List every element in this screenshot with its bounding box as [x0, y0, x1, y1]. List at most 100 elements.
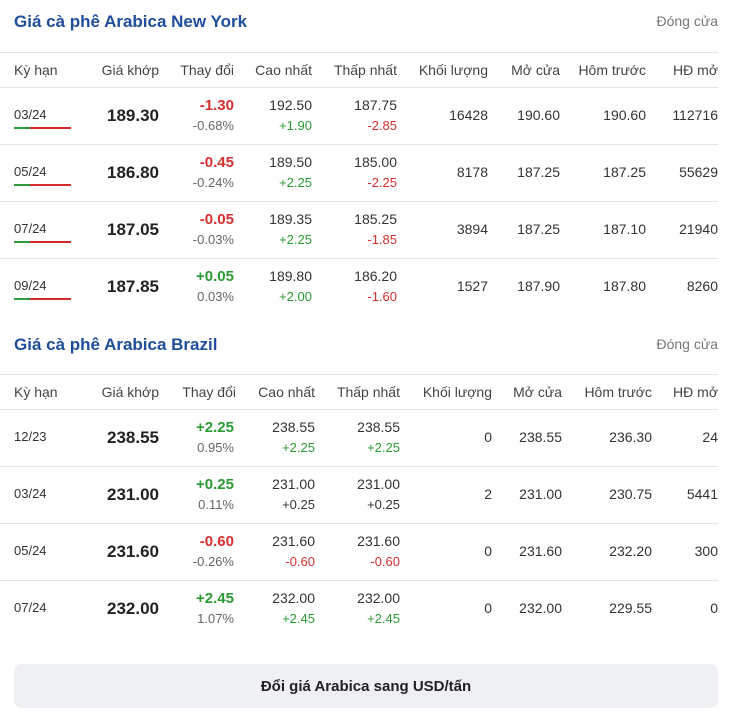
- high-change: +0.25: [282, 497, 315, 512]
- column-header: Thấp nhất: [336, 384, 400, 400]
- table-row: 05/24 186.80 -0.45 -0.24% 189.50 +2.25 185.00 -…: [0, 144, 718, 201]
- column-header: HĐ mở: [673, 62, 718, 78]
- prev-close-cell: 236.30: [609, 429, 652, 445]
- change-value: +2.45: [196, 590, 234, 607]
- low-change: -2.85: [367, 118, 397, 133]
- price-cell: 231.60: [107, 542, 159, 561]
- low-value: 186.20: [354, 268, 397, 284]
- column-header: Thay đổi: [180, 62, 234, 78]
- table-header-row: Kỳ hạn Giá khớp Thay đổi Cao nhất Thấp nhất K…: [0, 52, 718, 87]
- open-interest-cell: 21940: [679, 221, 718, 237]
- column-header: Khối lượng: [422, 384, 492, 400]
- change-value: +2.25: [196, 419, 234, 436]
- table-row: 12/23 238.55 +2.25 0.95% 238.55 +2.25 238.55 +2…: [0, 409, 718, 466]
- change-value: -0.60: [199, 533, 234, 550]
- column-header: Hôm trước: [584, 384, 652, 400]
- high-value: 189.80: [269, 268, 312, 284]
- term-indicator-bar: [14, 241, 71, 243]
- change-percent: -0.24%: [192, 175, 234, 190]
- column-header: Mở cửa: [513, 384, 562, 400]
- high-change: +1.90: [279, 118, 312, 133]
- table-header-row: Kỳ hạn Giá khớp Thay đổi Cao nhất Thấp nhất K…: [0, 374, 718, 409]
- term-cell: 12/23: [14, 429, 47, 444]
- status-label: Đóng cửa: [656, 336, 718, 352]
- change-value: -0.05: [199, 211, 234, 228]
- high-value: 189.50: [269, 154, 312, 170]
- column-header: Thay đổi: [182, 384, 236, 400]
- open-interest-cell: 5441: [686, 486, 718, 502]
- open-interest-cell: 8260: [686, 278, 718, 294]
- term-cell: 05/24: [14, 164, 47, 179]
- price-cell: 231.00: [107, 485, 159, 504]
- price-cell: 238.55: [107, 428, 159, 447]
- open-interest-cell: 300: [694, 543, 718, 559]
- volume-cell: 0: [484, 543, 492, 559]
- column-header: Mở cửa: [511, 62, 560, 78]
- change-value: -0.45: [199, 154, 234, 171]
- price-cell: 232.00: [107, 599, 159, 618]
- price-cell: 186.80: [107, 163, 159, 182]
- high-value: 238.55: [272, 419, 315, 435]
- high-value: 231.60: [272, 533, 315, 549]
- change-percent: 1.07%: [197, 611, 234, 626]
- open-cell: 238.55: [519, 429, 562, 445]
- prev-close-cell: 190.60: [603, 107, 646, 123]
- column-header: Giá khớp: [101, 384, 159, 400]
- open-cell: 231.60: [519, 543, 562, 559]
- change-value: -1.30: [199, 97, 234, 114]
- high-value: 231.00: [272, 476, 315, 492]
- high-change: +2.25: [279, 232, 312, 247]
- low-change: -1.60: [367, 289, 397, 304]
- term-indicator-bar: [14, 127, 71, 129]
- volume-cell: 3894: [456, 221, 488, 237]
- low-value: 185.00: [354, 154, 397, 170]
- change-value: +0.25: [196, 476, 234, 493]
- term-cell: 03/24: [14, 107, 47, 122]
- table-row: 03/24 189.30 -1.30 -0.68% 192.50 +1.90 187.75 -…: [0, 87, 718, 144]
- open-interest-cell: 0: [710, 600, 718, 616]
- open-cell: 190.60: [517, 107, 560, 123]
- open-cell: 187.25: [517, 221, 560, 237]
- open-interest-cell: 24: [702, 429, 718, 445]
- price-cell: 189.30: [107, 106, 159, 125]
- open-cell: 187.25: [517, 164, 560, 180]
- change-percent: -0.26%: [192, 554, 234, 569]
- section-title: Giá cà phê Arabica Brazil: [14, 335, 218, 354]
- volume-cell: 8178: [456, 164, 488, 180]
- high-value: 232.00: [272, 590, 315, 606]
- convert-usd-button[interactable]: Đổi giá Arabica sang USD/tấn: [14, 664, 718, 708]
- high-change: +2.25: [279, 175, 312, 190]
- prev-close-cell: 230.75: [609, 486, 652, 502]
- change-percent: 0.95%: [197, 440, 234, 455]
- term-cell: 07/24: [14, 600, 47, 615]
- table-row: 09/24 187.85 +0.05 0.03% 189.80 +2.00 186.20 -1…: [0, 258, 718, 315]
- change-percent: 0.03%: [197, 289, 234, 304]
- volume-cell: 0: [484, 600, 492, 616]
- low-value: 232.00: [357, 590, 400, 606]
- column-header: Khối lượng: [418, 62, 488, 78]
- column-header: HĐ mở: [673, 384, 718, 400]
- low-value: 231.60: [357, 533, 400, 549]
- open-interest-cell: 55629: [679, 164, 718, 180]
- high-value: 192.50: [269, 97, 312, 113]
- high-change: +2.25: [282, 440, 315, 455]
- change-percent: -0.68%: [192, 118, 234, 133]
- open-cell: 231.00: [519, 486, 562, 502]
- column-header: Cao nhất: [255, 62, 312, 78]
- column-header: Cao nhất: [258, 384, 315, 400]
- term-cell: 07/24: [14, 221, 47, 236]
- open-cell: 187.90: [517, 278, 560, 294]
- section-title: Giá cà phê Arabica New York: [14, 12, 248, 31]
- column-header: Kỳ hạn: [14, 62, 58, 78]
- change-percent: 0.11%: [198, 497, 234, 512]
- high-value: 189.35: [269, 211, 312, 227]
- high-change: -0.60: [285, 554, 315, 569]
- low-change: -1.85: [367, 232, 397, 247]
- low-value: 238.55: [357, 419, 400, 435]
- prev-close-cell: 187.80: [603, 278, 646, 294]
- low-change: +0.25: [367, 497, 400, 512]
- low-change: -2.25: [367, 175, 397, 190]
- volume-cell: 0: [484, 429, 492, 445]
- change-value: +0.05: [196, 268, 234, 285]
- term-cell: 09/24: [14, 278, 47, 293]
